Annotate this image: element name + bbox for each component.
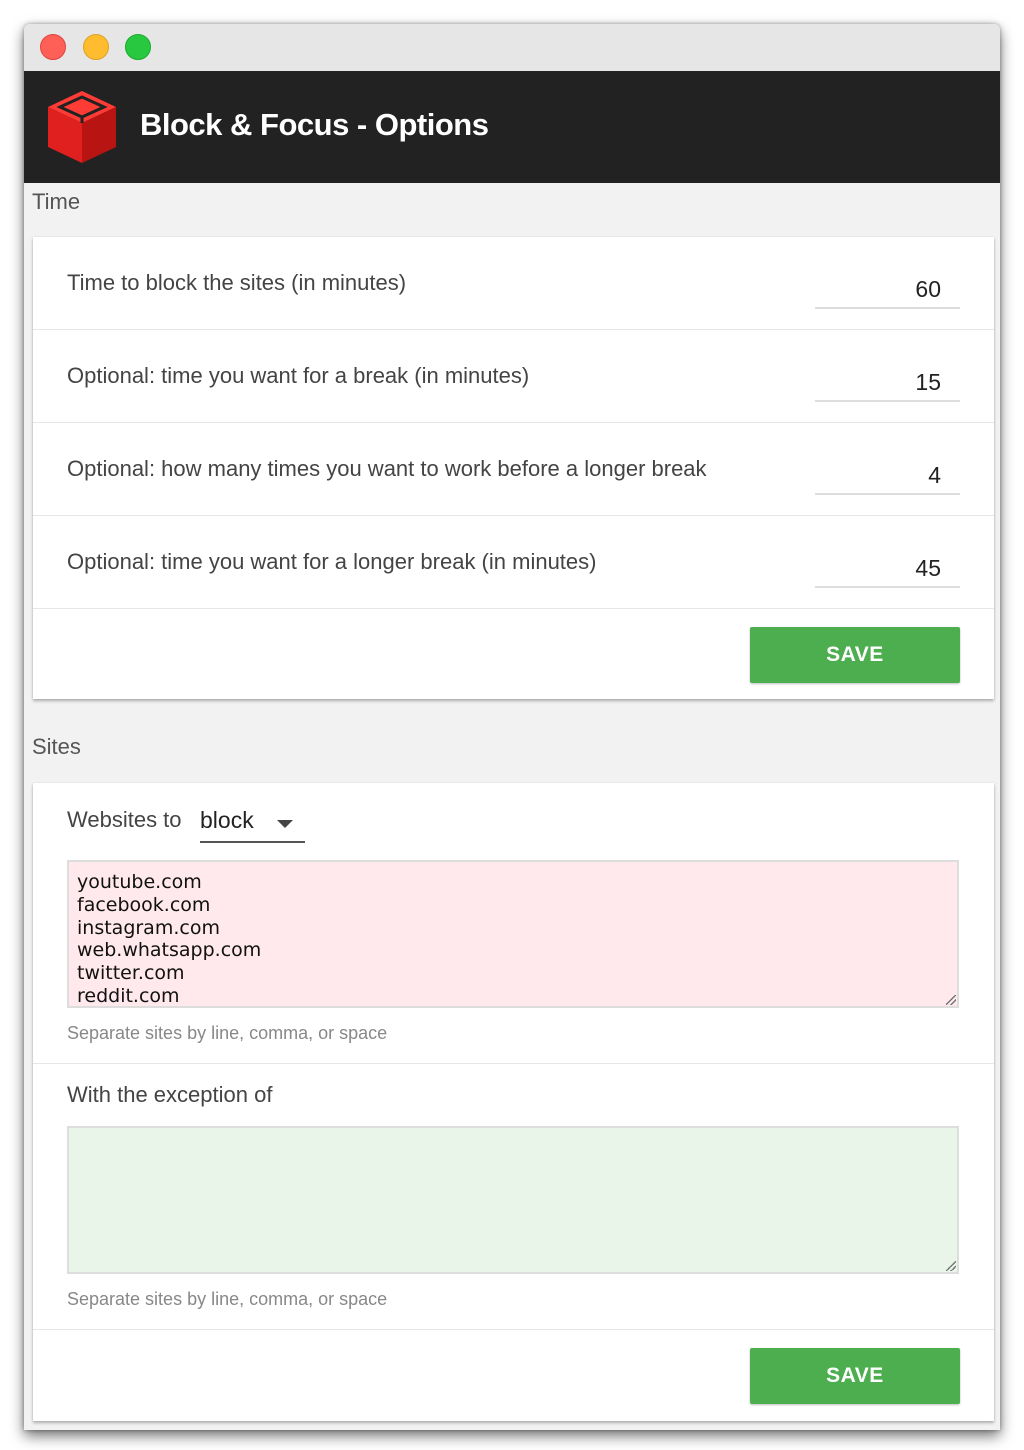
work-cycles-label: Optional: how many times you want to wor… [67,456,707,481]
exception-sites-block: With the exception of Separate sites by … [33,1064,994,1330]
minimize-window-button[interactable] [83,34,109,60]
time-save-row: SAVE [33,609,994,702]
long-break-input[interactable] [815,550,960,588]
long-break-label: Optional: time you want for a longer bre… [67,549,597,574]
work-cycles-input[interactable] [815,457,960,495]
app-title: Block & Focus - Options [140,107,489,142]
red-cube-icon [48,91,116,163]
websites-to-label: Websites to [67,807,182,832]
time-save-button[interactable]: SAVE [750,627,960,683]
sites-section-heading: Sites [32,734,81,759]
blocked-sites-hint: Separate sites by line, comma, or space [67,1023,388,1043]
blocked-sites-textarea[interactable]: youtube.com facebook.com instagram.com w… [67,860,959,1008]
block-mode-select[interactable]: block [200,801,305,843]
app-header: Block & Focus - Options [24,71,1000,183]
block-time-input[interactable] [815,271,960,309]
close-window-button[interactable] [40,34,66,60]
blocked-sites-block: Websites to block youtube.com facebook.c… [33,783,994,1064]
maximize-window-button[interactable] [125,34,151,60]
exception-label: With the exception of [67,1082,273,1107]
time-section-heading: Time [32,189,81,214]
break-time-input[interactable] [815,364,960,402]
break-time-row: Optional: time you want for a break (in … [33,330,994,423]
break-time-label: Optional: time you want for a break (in … [67,363,530,388]
sites-settings-card: Websites to block youtube.com facebook.c… [33,783,994,1421]
sites-save-row: SAVE [33,1330,994,1423]
block-mode-value: block [200,807,254,833]
work-cycles-row: Optional: how many times you want to wor… [33,423,994,516]
app-window: Block & Focus - Options Time Time to blo… [24,24,1000,1430]
sites-save-button[interactable]: SAVE [750,1348,960,1404]
block-time-label: Time to block the sites (in minutes) [67,270,407,295]
window-titlebar [24,24,1000,71]
long-break-row: Optional: time you want for a longer bre… [33,516,994,609]
exception-sites-textarea[interactable] [67,1126,959,1274]
resize-grip-icon[interactable] [946,995,956,1005]
resize-grip-icon[interactable] [946,1261,956,1271]
block-time-row: Time to block the sites (in minutes) [33,237,994,330]
exception-sites-hint: Separate sites by line, comma, or space [67,1289,388,1309]
caret-down-icon [277,820,293,828]
time-settings-card: Time to block the sites (in minutes) Opt… [33,237,994,699]
